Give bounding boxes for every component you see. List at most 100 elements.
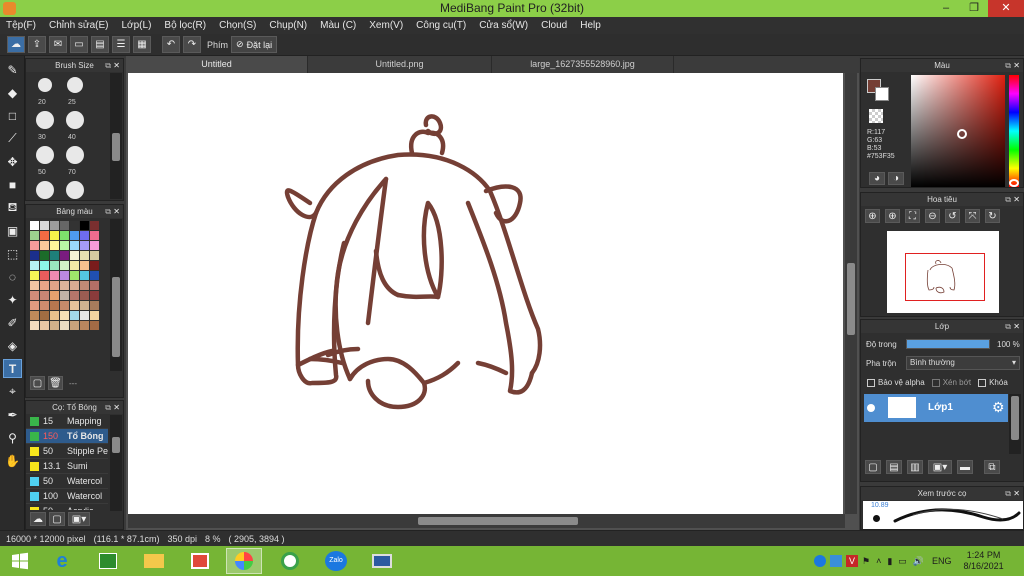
cloud-brush-icon[interactable]: ☁ — [30, 512, 46, 526]
palette-swatch[interactable] — [50, 311, 59, 320]
palette-swatch[interactable] — [70, 291, 79, 300]
internet-explorer-icon[interactable]: e — [44, 548, 80, 574]
brush-size-cell[interactable]: 20 — [30, 72, 58, 107]
cloud-sync-icon[interactable]: ☁ — [7, 36, 25, 53]
list-icon[interactable]: ☰ — [112, 36, 130, 53]
palette-swatch[interactable] — [40, 231, 49, 240]
file-explorer-icon[interactable] — [136, 548, 172, 574]
palette-swatch[interactable] — [40, 251, 49, 260]
share-icon[interactable]: ⇪ — [28, 36, 46, 53]
palette-swatch[interactable] — [30, 231, 39, 240]
grid-icon[interactable]: ▦ — [133, 36, 151, 53]
new-halftone-layer-icon[interactable]: ▤ — [886, 460, 902, 474]
undock-icon[interactable]: ⧉ — [1005, 193, 1011, 206]
layer-settings-gear-icon[interactable]: ⚙ — [992, 399, 1005, 416]
color-picker-handle[interactable] — [957, 129, 967, 139]
close-icon[interactable]: ✕ — [113, 205, 120, 218]
palette-swatch[interactable] — [60, 271, 69, 280]
select-pen-tool-icon[interactable]: ✐ — [3, 313, 22, 332]
palette-swatch[interactable] — [80, 231, 89, 240]
palette-swatch[interactable] — [40, 271, 49, 280]
antivirus-tray-icon[interactable]: V — [846, 555, 858, 567]
palette-swatch[interactable] — [40, 301, 49, 310]
palette-swatch[interactable] — [40, 281, 49, 290]
palette-swatch[interactable] — [30, 261, 39, 270]
palette-swatch[interactable] — [50, 321, 59, 330]
palette-swatch[interactable] — [30, 311, 39, 320]
palette-swatch[interactable] — [60, 231, 69, 240]
new-palette-icon[interactable]: ▢ — [30, 376, 45, 390]
undock-icon[interactable]: ⧉ — [1005, 59, 1011, 72]
brush-list-item[interactable]: 13.1 Sumi — [26, 459, 108, 474]
eyedropper-tool-icon[interactable]: ⚲ — [3, 428, 22, 447]
comment-icon[interactable]: ✉ — [49, 36, 67, 53]
palette-swatch[interactable] — [50, 271, 59, 280]
layer-scrollbar[interactable] — [1009, 394, 1021, 454]
dot-tool-icon[interactable]: ⟋ — [3, 129, 22, 148]
brush-size-cell[interactable]: 70 — [60, 142, 88, 177]
reset-button[interactable]: ⊘ Đặt lại — [231, 36, 278, 53]
brush-list-item[interactable]: 15 Mapping — [26, 414, 108, 429]
palette-swatch[interactable] — [80, 281, 89, 290]
media-app-icon[interactable] — [182, 548, 218, 574]
palette-swatch[interactable] — [60, 241, 69, 250]
palette-swatch[interactable] — [50, 301, 59, 310]
palette-swatch[interactable] — [40, 261, 49, 270]
sub-color-swatch[interactable] — [875, 87, 889, 101]
menu-layer[interactable]: Lớp(L) — [122, 20, 152, 31]
undock-icon[interactable]: ⧉ — [105, 59, 111, 72]
close-icon[interactable]: ✕ — [1013, 487, 1020, 500]
close-icon[interactable]: ✕ — [1013, 59, 1020, 72]
brush-tool-icon[interactable]: ✎ — [3, 60, 22, 79]
medibang-taskbar-icon[interactable] — [226, 548, 262, 574]
undo-icon[interactable]: ↶ — [162, 36, 180, 53]
canvas-vertical-scrollbar[interactable] — [845, 73, 857, 514]
menu-file[interactable]: Tệp(F) — [6, 20, 36, 31]
palette-swatch[interactable] — [70, 221, 79, 230]
menu-view[interactable]: Xem(V) — [369, 20, 403, 31]
protect-alpha-checkbox[interactable] — [867, 378, 875, 387]
layer-row[interactable]: Lớp1 ⚙ — [864, 394, 1008, 422]
menu-snap[interactable]: Chụp(N) — [269, 20, 307, 31]
pen-tool-icon[interactable]: ✒ — [3, 405, 22, 424]
close-icon[interactable]: ✕ — [113, 401, 120, 414]
undock-icon[interactable]: ⧉ — [105, 401, 111, 414]
flag-icon[interactable]: ⚑ — [862, 556, 870, 567]
menu-window[interactable]: Cửa sổ(W) — [479, 20, 528, 31]
close-icon[interactable]: ✕ — [113, 59, 120, 72]
palette-swatch[interactable] — [70, 281, 79, 290]
undock-icon[interactable]: ⧉ — [1005, 487, 1011, 500]
palette-swatch[interactable] — [60, 221, 69, 230]
minimize-button[interactable]: – — [932, 0, 960, 17]
palette-swatch[interactable] — [50, 231, 59, 240]
palette-swatch[interactable] — [90, 271, 99, 280]
palette-swatch[interactable] — [40, 311, 49, 320]
store-icon[interactable] — [90, 548, 126, 574]
menu-select[interactable]: Chọn(S) — [219, 20, 256, 31]
palette-swatch[interactable] — [60, 311, 69, 320]
zalo-tray-icon[interactable] — [814, 555, 826, 567]
canvas-horizontal-scrollbar[interactable] — [128, 514, 845, 528]
palette-swatch[interactable] — [30, 281, 39, 290]
palette-swatch[interactable] — [60, 281, 69, 290]
palette-swatch[interactable] — [70, 261, 79, 270]
palette-swatch[interactable] — [60, 291, 69, 300]
menu-help[interactable]: Help — [580, 20, 601, 31]
zoom-in-icon[interactable]: ⊕ — [865, 209, 880, 223]
brush-size-cell[interactable]: 30 — [30, 107, 58, 142]
cloud-tray-icon[interactable] — [830, 555, 842, 567]
battery-icon[interactable]: ▭ — [898, 556, 907, 567]
new-layer-icon[interactable]: ▢ — [865, 460, 881, 474]
delete-palette-icon[interactable]: 🗑 — [48, 376, 63, 390]
palette-swatch[interactable] — [40, 321, 49, 330]
brush-size-scrollbar[interactable] — [110, 73, 122, 199]
transparent-swatch[interactable] — [869, 109, 883, 123]
hand-tool-icon[interactable]: ✋ — [3, 451, 22, 470]
brush-list-item[interactable]: 50 Stipple Pe — [26, 444, 108, 459]
language-indicator[interactable]: ENG — [932, 556, 952, 566]
brush-list-item[interactable]: 100 Watercol — [26, 489, 108, 504]
add-layer-menu-icon[interactable]: ▣▾ — [928, 460, 952, 474]
start-button[interactable] — [2, 548, 38, 574]
lasso-tool-icon[interactable]: ◌ — [3, 267, 22, 286]
palette-swatch[interactable] — [50, 221, 59, 230]
